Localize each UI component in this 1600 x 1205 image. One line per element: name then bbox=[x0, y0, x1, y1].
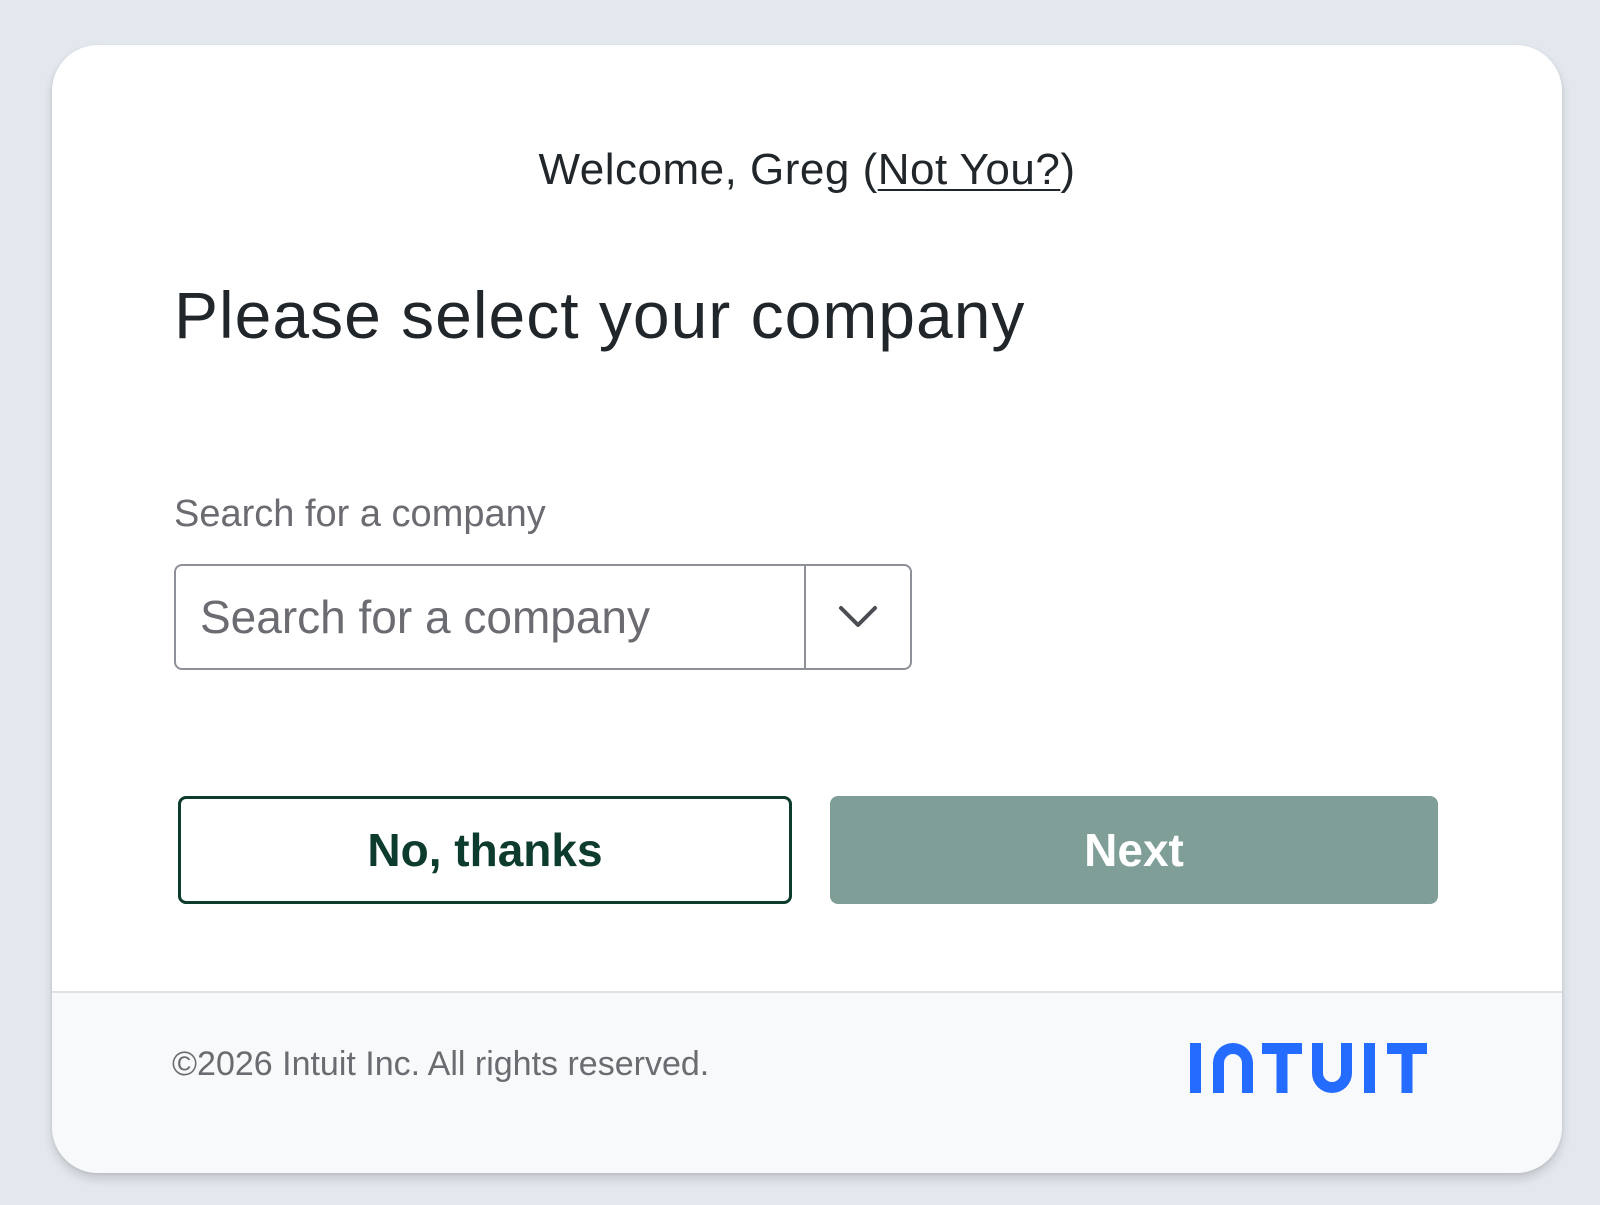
no-thanks-button[interactable]: No, thanks bbox=[178, 796, 792, 904]
company-select-card: Welcome, Greg (Not You?) Please select y… bbox=[52, 45, 1562, 1173]
welcome-text: Welcome, Greg ( bbox=[538, 145, 878, 194]
copyright-text: ©2026 Intuit Inc. All rights reserved. bbox=[172, 1045, 710, 1083]
company-search-label: Search for a company bbox=[174, 493, 546, 535]
company-search-combobox bbox=[174, 564, 912, 670]
page-title: Please select your company bbox=[174, 278, 1026, 352]
welcome-suffix: ) bbox=[1060, 145, 1076, 194]
intuit-logo bbox=[1190, 1043, 1427, 1093]
chevron-down-icon bbox=[839, 606, 877, 627]
not-you-link[interactable]: Not You? bbox=[878, 145, 1061, 194]
welcome-message: Welcome, Greg (Not You?) bbox=[52, 145, 1562, 195]
company-search-input[interactable] bbox=[176, 566, 804, 668]
company-dropdown-toggle[interactable] bbox=[804, 566, 910, 668]
footer: ©2026 Intuit Inc. All rights reserved. bbox=[52, 991, 1562, 1173]
next-button[interactable]: Next bbox=[830, 796, 1438, 904]
